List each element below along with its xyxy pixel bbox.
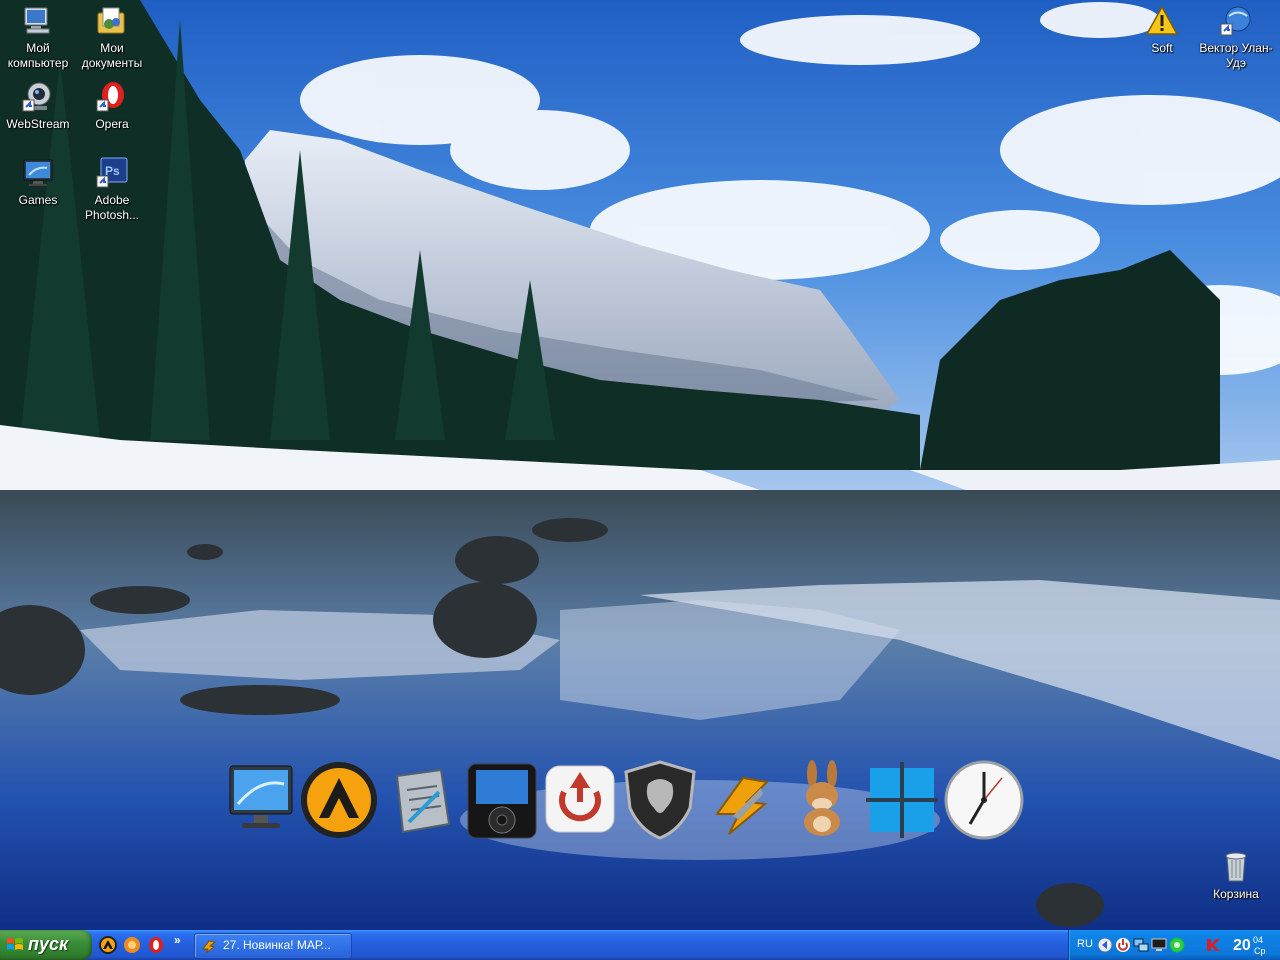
shortcut-globe-icon [1220, 6, 1251, 36]
dock-item-emule[interactable] [782, 758, 862, 842]
ipod-player-icon [467, 763, 537, 839]
desktop-icon-my-documents[interactable]: Мои документы [74, 4, 150, 71]
back-arrow-icon[interactable] [1097, 937, 1113, 953]
dock-item-winamp[interactable] [703, 758, 783, 842]
clock-icon [944, 760, 1024, 840]
desktop-icon-label: Adobe Photosh... [84, 193, 140, 222]
desktop-icon-vector-ulan-ude[interactable]: Вектор Улан-Удэ [1198, 4, 1274, 71]
desktop-icon-label: Opera [95, 117, 129, 131]
taskbar-window-button[interactable]: 27. Новинка! МАР... [194, 933, 352, 959]
windows-flag-icon [7, 938, 23, 950]
desktop-icon-games[interactable]: Games [0, 156, 76, 208]
dock-item-monitor[interactable] [220, 758, 300, 842]
desktop-icon-label: Soft [1151, 41, 1173, 55]
winamp-lightning-icon [715, 776, 770, 835]
desktop-icon-label: Корзина [1213, 887, 1259, 901]
notepad-icon [395, 768, 451, 834]
dock-item-windows[interactable] [862, 758, 942, 842]
windows-logo-icon [866, 762, 938, 838]
opera-quicklaunch-icon[interactable] [146, 935, 166, 955]
power-restart-icon [545, 765, 615, 833]
dock-item-aimp[interactable] [299, 758, 379, 842]
start-button-label: пуск [28, 934, 69, 954]
desktop-icon-my-computer[interactable]: Мой компьютер [0, 4, 76, 71]
desktop-icon-webstream[interactable]: WebStream [0, 80, 76, 132]
recycle-bin-icon [1225, 852, 1247, 882]
dock-item-notepad[interactable] [379, 758, 459, 842]
status-tray-icon[interactable] [1169, 937, 1185, 953]
dock-item-shield[interactable] [620, 758, 700, 842]
start-button[interactable]: пуск [0, 930, 92, 960]
monitor-icon [23, 159, 53, 186]
network-tray-icon[interactable] [1133, 937, 1149, 953]
warning-icon [1145, 5, 1179, 35]
opera-icon [96, 82, 124, 112]
desktop-icon-label: Вектор Улан-Удэ [1199, 41, 1273, 70]
emule-donkey-icon [804, 760, 840, 836]
monitor-tray-icon[interactable] [1151, 937, 1167, 953]
computer-icon [24, 7, 50, 34]
taskbar: пуск » 27. Новинка! МАР... RU 20 04 Ср [0, 930, 1280, 960]
aimp-quicklaunch-icon[interactable] [98, 935, 118, 955]
system-tray: RU 20 04 Ср [1068, 930, 1280, 960]
aimp-player-icon [301, 762, 377, 838]
desktop-icon-recycle-bin[interactable]: Корзина [1198, 850, 1274, 902]
clock-minute: 04 [1253, 935, 1264, 945]
monitor-icon [229, 765, 293, 828]
clock-hour: 20 [1233, 937, 1251, 954]
quick-launch-more-button[interactable]: » [174, 933, 181, 947]
desktop-icon-soft[interactable]: Soft [1124, 4, 1200, 56]
taskbar-window-label: 27. Новинка! МАР... [223, 938, 331, 952]
desktop-icon-label: WebStream [6, 117, 70, 131]
desktop-icon-label: Мой компьютер [7, 41, 69, 70]
desktop-icon-label: Games [18, 193, 58, 207]
documents-folder-icon [97, 7, 125, 34]
antivirus-tray-icon[interactable] [1205, 937, 1221, 953]
webcam-icon [22, 82, 51, 112]
application-dock [215, 758, 1035, 844]
browser-quicklaunch-icon[interactable] [122, 935, 142, 955]
photoshop-icon: Ps [96, 157, 128, 188]
power-tray-icon[interactable] [1115, 937, 1131, 953]
winamp-lightning-icon [202, 940, 217, 954]
desktop-icon-opera[interactable]: Opera [74, 80, 150, 132]
desktop-icon-adobe-photoshop[interactable]: Ps Adobe Photosh... [74, 156, 150, 223]
clock-day: Ср [1254, 946, 1266, 956]
dock-item-ipod[interactable] [462, 758, 542, 842]
desktop-icon-label: Мои документы [81, 41, 143, 70]
language-indicator[interactable]: RU [1077, 938, 1093, 950]
dock-item-restart[interactable] [540, 758, 620, 842]
shield-dragon-icon [624, 760, 696, 840]
dock-item-clock[interactable] [944, 758, 1024, 842]
